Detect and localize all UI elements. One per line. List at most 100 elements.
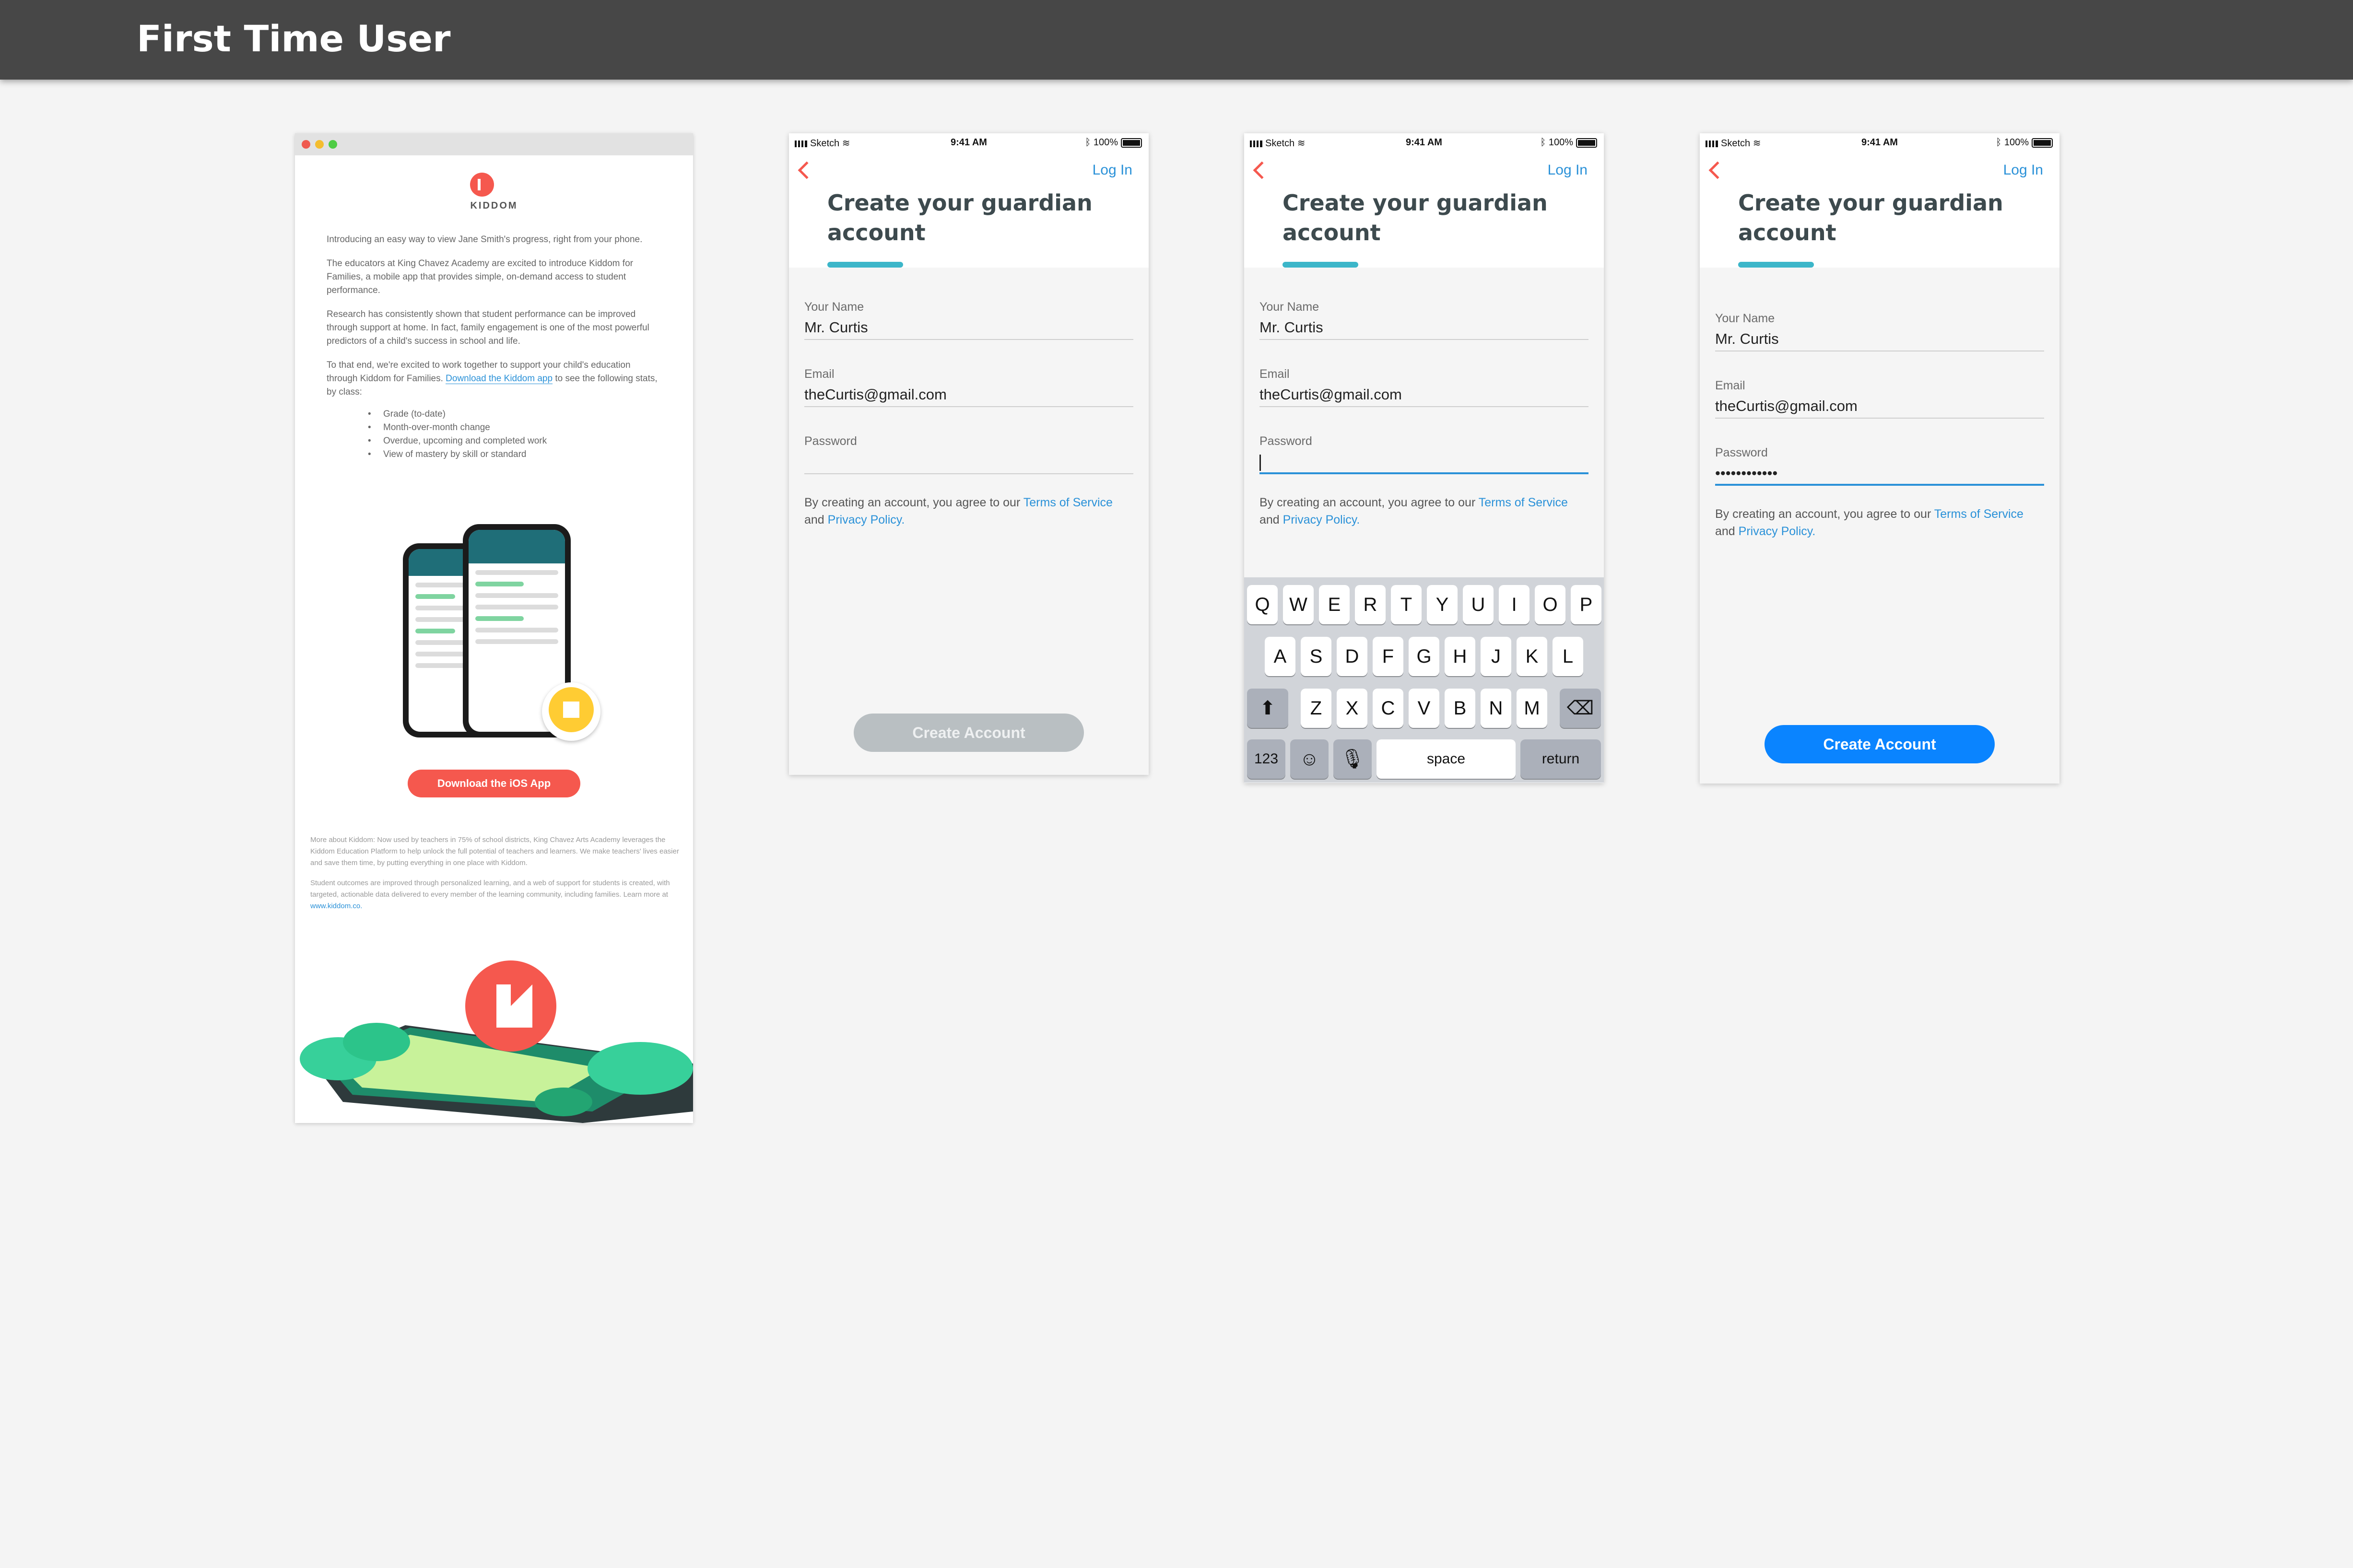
key-a[interactable]: A — [1265, 637, 1295, 676]
list-item: Month-over-month change — [368, 421, 662, 434]
key-i[interactable]: I — [1499, 585, 1529, 624]
minimize-dot-icon[interactable] — [315, 140, 324, 149]
email-input[interactable]: theCurtis@gmail.com — [804, 386, 1133, 407]
screen-heading: Create your guardian account — [1738, 190, 2003, 246]
create-account-button-disabled[interactable]: Create Account — [854, 714, 1084, 752]
key-p[interactable]: P — [1571, 585, 1601, 624]
backspace-key-icon[interactable]: ⌫ — [1560, 689, 1601, 728]
status-bar: Sketch ≋ 9:41 AM ᛒ 100% — [1244, 133, 1604, 152]
footer-outcomes-text: Student outcomes are improved through pe… — [310, 879, 670, 899]
key-o[interactable]: O — [1535, 585, 1565, 624]
email-body: Introducing an easy way to view Jane Smi… — [327, 233, 662, 461]
privacy-link[interactable]: Privacy Policy. — [828, 513, 905, 527]
login-link[interactable]: Log In — [2003, 162, 2043, 178]
emoji-key-icon[interactable]: ☺ — [1290, 739, 1329, 779]
download-ios-button[interactable]: Download the iOS App — [408, 770, 580, 797]
key-u[interactable]: U — [1463, 585, 1494, 624]
key-l[interactable]: L — [1553, 637, 1583, 676]
privacy-link[interactable]: Privacy Policy. — [1283, 513, 1360, 527]
name-input[interactable]: Mr. Curtis — [1715, 330, 2044, 351]
close-dot-icon[interactable] — [302, 140, 310, 149]
bluetooth-icon: ᛒ — [1085, 137, 1091, 148]
signup-screen-keyboard: Sketch ≋ 9:41 AM ᛒ 100% Log In Create yo… — [1244, 133, 1604, 783]
key-x[interactable]: X — [1337, 689, 1367, 728]
name-field[interactable]: Your Name Mr. Curtis — [1259, 300, 1588, 340]
name-label: Your Name — [1259, 300, 1319, 314]
key-w[interactable]: W — [1283, 585, 1314, 624]
privacy-link[interactable]: Privacy Policy. — [1739, 525, 1816, 538]
terms-link[interactable]: Terms of Service — [1934, 507, 2024, 521]
key-j[interactable]: J — [1481, 637, 1511, 676]
key-v[interactable]: V — [1409, 689, 1439, 728]
key-r[interactable]: R — [1355, 585, 1386, 624]
create-account-button[interactable]: Create Account — [1765, 725, 1995, 763]
email-input[interactable]: theCurtis@gmail.com — [1259, 386, 1588, 407]
kiddom-logo-icon — [470, 173, 494, 197]
email-field[interactable]: Email theCurtis@gmail.com — [1259, 367, 1588, 407]
key-n[interactable]: N — [1481, 689, 1511, 728]
key-z[interactable]: Z — [1301, 689, 1331, 728]
name-input[interactable]: Mr. Curtis — [804, 319, 1133, 340]
name-field[interactable]: Your Name Mr. Curtis — [804, 300, 1133, 340]
battery-icon — [2032, 138, 2053, 148]
key-b[interactable]: B — [1445, 689, 1475, 728]
page-title: First Time User — [137, 17, 451, 60]
footer-about: More about Kiddom: Now used by teachers … — [310, 836, 679, 867]
terms-text: By creating an account, you agree to our… — [1259, 494, 1588, 528]
microphone-key-icon[interactable]: 🎙 — [1333, 739, 1372, 779]
key-c[interactable]: C — [1373, 689, 1403, 728]
heading-accent-bar — [1738, 262, 1814, 268]
heading-accent-bar — [1282, 262, 1358, 268]
footer-outcomes: Student outcomes are improved through pe… — [310, 878, 680, 912]
status-bar: Sketch ≋ 9:41 AM ᛒ 100% — [789, 133, 1149, 152]
list-item: View of mastery by skill or standard — [368, 448, 662, 461]
key-q[interactable]: Q — [1247, 585, 1278, 624]
password-input[interactable] — [804, 453, 1133, 474]
key-s[interactable]: S — [1301, 637, 1331, 676]
email-label: Email — [1259, 367, 1290, 381]
return-key[interactable]: return — [1520, 739, 1601, 779]
email-label: Email — [804, 367, 835, 381]
key-f[interactable]: F — [1373, 637, 1403, 676]
password-field[interactable]: Password — [1259, 434, 1588, 474]
email-field[interactable]: Email theCurtis@gmail.com — [804, 367, 1133, 407]
login-link[interactable]: Log In — [1093, 162, 1132, 178]
name-field[interactable]: Your Name Mr. Curtis — [1715, 312, 2044, 351]
signup-screen-filled: Sketch ≋ 9:41 AM ᛒ 100% Log In Create yo… — [1700, 133, 2059, 784]
shift-key-icon[interactable]: ⬆ — [1247, 689, 1288, 728]
key-y[interactable]: Y — [1427, 585, 1458, 624]
text-cursor — [1259, 454, 1261, 471]
key-h[interactable]: H — [1445, 637, 1475, 676]
password-field[interactable]: Password — [804, 434, 1133, 474]
space-key[interactable]: space — [1377, 739, 1516, 779]
password-label: Password — [1259, 434, 1312, 448]
password-label: Password — [1715, 446, 1768, 459]
key-d[interactable]: D — [1337, 637, 1367, 676]
bluetooth-icon: ᛒ — [1540, 137, 1546, 148]
kiddom-site-link[interactable]: www.kiddom.co. — [310, 902, 362, 910]
maximize-dot-icon[interactable] — [329, 140, 337, 149]
terms-link[interactable]: Terms of Service — [1479, 496, 1568, 509]
email-footer: More about Kiddom: Now used by teachers … — [310, 834, 680, 921]
password-input[interactable]: •••••••••••• — [1715, 465, 2044, 486]
key-e[interactable]: E — [1319, 585, 1350, 624]
download-app-link[interactable]: Download the Kiddom app — [446, 374, 553, 384]
screen-heading: Create your guardian account — [1282, 190, 1548, 246]
email-input[interactable]: theCurtis@gmail.com — [1715, 398, 2044, 419]
app-preview-image — [393, 524, 604, 745]
login-link[interactable]: Log In — [1548, 162, 1588, 178]
email-label: Email — [1715, 379, 1745, 392]
password-input-focused[interactable] — [1259, 453, 1588, 474]
password-field[interactable]: Password •••••••••••• — [1715, 446, 2044, 486]
email-field[interactable]: Email theCurtis@gmail.com — [1715, 379, 2044, 419]
numbers-key[interactable]: 123 — [1247, 739, 1285, 779]
terms-link[interactable]: Terms of Service — [1024, 496, 1113, 509]
terms-prefix: By creating an account, you agree to our — [804, 496, 1021, 509]
key-g[interactable]: G — [1409, 637, 1439, 676]
key-m[interactable]: M — [1517, 689, 1547, 728]
key-t[interactable]: T — [1391, 585, 1422, 624]
key-k[interactable]: K — [1517, 637, 1547, 676]
name-input[interactable]: Mr. Curtis — [1259, 319, 1588, 340]
battery-label: 100% — [1093, 137, 1118, 148]
terms-and: and — [804, 513, 824, 527]
